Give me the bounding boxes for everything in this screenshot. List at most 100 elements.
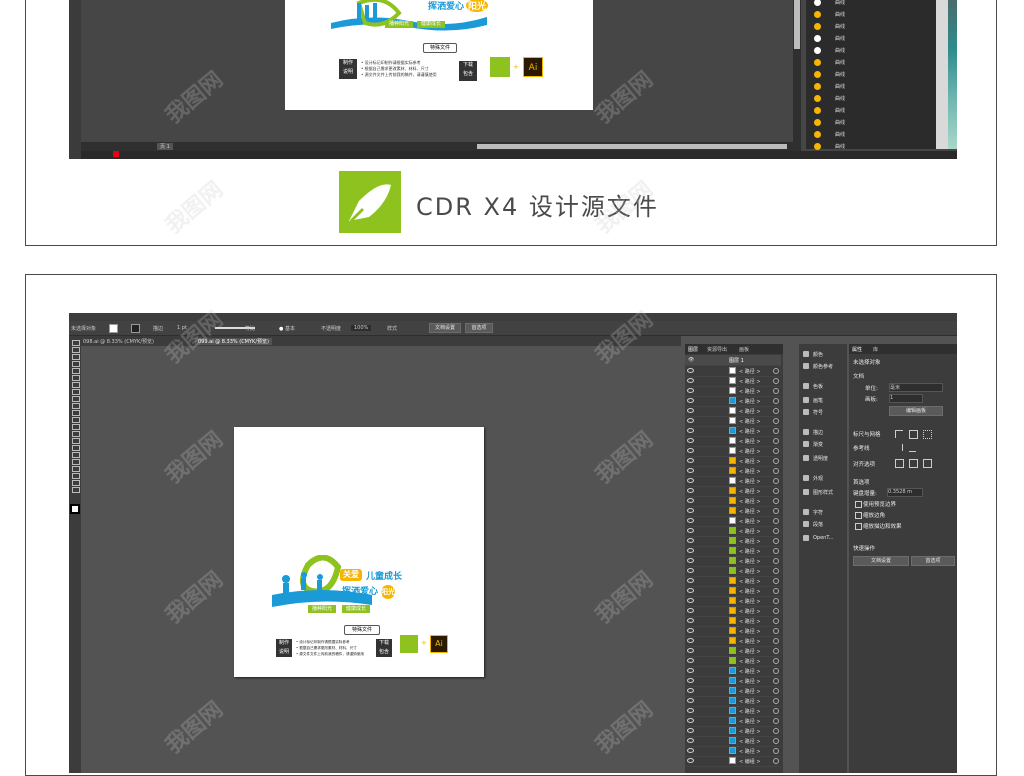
side-panel-item[interactable]: 渐变 — [801, 440, 847, 450]
layers-tab-2[interactable]: 画板 — [739, 346, 749, 353]
target-circle-icon[interactable] — [773, 738, 779, 744]
tool-icon[interactable] — [72, 431, 80, 437]
doc-setup-button[interactable]: 文档设置 — [429, 323, 461, 333]
eye-icon[interactable] — [687, 608, 694, 613]
tool-icon[interactable] — [72, 347, 80, 353]
eye-icon[interactable] — [687, 508, 694, 513]
target-circle-icon[interactable] — [773, 478, 779, 484]
target-circle-icon[interactable] — [773, 378, 779, 384]
checkbox-preview-bounds[interactable] — [855, 501, 862, 508]
props-tab-0[interactable]: 属性 — [852, 346, 862, 353]
eye-icon[interactable] — [687, 628, 694, 633]
doc-tab-2[interactable]: 099.ai @ 8.33% (CMYK/预览) — [195, 338, 272, 345]
target-circle-icon[interactable] — [773, 548, 779, 554]
eye-icon[interactable] — [687, 518, 694, 523]
tool-icon[interactable] — [72, 382, 80, 388]
target-circle-icon[interactable] — [773, 618, 779, 624]
eye-icon[interactable] — [687, 458, 694, 463]
target-circle-icon[interactable] — [773, 648, 779, 654]
prefs-button[interactable]: 首选项 — [465, 323, 493, 333]
layers-tab-0[interactable]: 图层 — [688, 346, 698, 353]
artboard-select[interactable]: 1 — [889, 394, 923, 403]
eye-icon[interactable] — [687, 708, 694, 713]
tool-icon[interactable] — [72, 368, 80, 374]
eye-icon[interactable] — [687, 368, 694, 373]
target-circle-icon[interactable] — [773, 578, 779, 584]
guides-icon[interactable] — [895, 444, 903, 451]
cdr-object-row[interactable]: 曲线 — [814, 95, 924, 105]
target-circle-icon[interactable] — [773, 408, 779, 414]
tool-icon[interactable] — [72, 452, 80, 458]
cdr-object-row[interactable]: 曲线 — [814, 131, 924, 141]
eye-icon[interactable] — [687, 658, 694, 663]
eye-icon[interactable] — [687, 468, 694, 473]
keyboard-increment-input[interactable]: 0.3528 m — [887, 488, 923, 497]
eye-icon[interactable] — [687, 668, 694, 673]
snap-pixel-icon[interactable] — [923, 459, 932, 468]
cdr-object-row[interactable]: 曲线 — [814, 83, 924, 93]
target-circle-icon[interactable] — [773, 698, 779, 704]
edit-artboard-button[interactable]: 编辑画板 — [889, 406, 943, 416]
tool-icon[interactable] — [72, 354, 80, 360]
side-panel-item[interactable]: 画笔 — [801, 396, 847, 406]
snap-grid-icon[interactable] — [909, 459, 918, 468]
eye-icon[interactable] — [687, 748, 694, 753]
eye-icon[interactable] — [687, 418, 694, 423]
tool-icon[interactable] — [72, 410, 80, 416]
eye-icon[interactable] — [687, 438, 694, 443]
target-circle-icon[interactable] — [773, 688, 779, 694]
fill-swatch[interactable] — [109, 324, 118, 333]
props-tab-1[interactable]: 库 — [873, 346, 878, 353]
cdr-h-scrollbar[interactable] — [477, 144, 787, 149]
tool-icon[interactable] — [72, 424, 80, 430]
eye-icon[interactable] — [687, 678, 694, 683]
side-panel-item[interactable]: OpenT... — [801, 534, 847, 544]
cdr-object-row[interactable]: 曲线 — [814, 11, 924, 21]
eye-icon[interactable] — [687, 618, 694, 623]
side-panel-item[interactable]: 符号 — [801, 408, 847, 418]
cdr-v-scrollbar[interactable] — [793, 0, 801, 142]
tool-icon[interactable] — [72, 480, 80, 486]
brush-label[interactable]: ● 基本 — [279, 325, 295, 332]
layer-row[interactable]: < 编组 > — [685, 756, 781, 767]
eye-icon[interactable] — [687, 688, 694, 693]
target-circle-icon[interactable] — [773, 438, 779, 444]
quick-doc-setup-button[interactable]: 文档设置 — [853, 556, 909, 566]
target-circle-icon[interactable] — [773, 678, 779, 684]
eye-icon[interactable] — [687, 428, 694, 433]
eye-icon[interactable] — [687, 378, 694, 383]
target-circle-icon[interactable] — [773, 458, 779, 464]
target-circle-icon[interactable] — [773, 558, 779, 564]
target-circle-icon[interactable] — [773, 728, 779, 734]
target-circle-icon[interactable] — [773, 638, 779, 644]
quick-prefs-button[interactable]: 首选项 — [911, 556, 955, 566]
target-circle-icon[interactable] — [773, 398, 779, 404]
side-panel-item[interactable]: 图形样式 — [801, 488, 847, 498]
smart-guides-icon[interactable] — [909, 444, 916, 452]
side-panel-item[interactable]: 描边 — [801, 428, 847, 438]
layer-row-top[interactable]: 👁 图层 1 — [685, 355, 781, 366]
tool-icon[interactable] — [72, 473, 80, 479]
target-circle-icon[interactable] — [773, 658, 779, 664]
eye-icon[interactable] — [687, 648, 694, 653]
doc-tab-1[interactable]: 098.ai @ 8.33% (CMYK/预览) — [83, 338, 154, 345]
tool-icon[interactable] — [72, 445, 80, 451]
eye-icon[interactable] — [687, 718, 694, 723]
cdr-object-row[interactable]: 曲线 — [814, 107, 924, 117]
target-circle-icon[interactable] — [773, 758, 779, 764]
eye-icon[interactable] — [687, 538, 694, 543]
opacity-input[interactable]: 100% — [351, 325, 372, 331]
eye-icon[interactable] — [687, 448, 694, 453]
tool-icon[interactable] — [72, 459, 80, 465]
target-circle-icon[interactable] — [773, 748, 779, 754]
tool-icon[interactable] — [72, 361, 80, 367]
side-panel-item[interactable]: 字符 — [801, 508, 847, 518]
stroke-style[interactable]: 等比 — [245, 325, 255, 332]
eye-icon[interactable] — [687, 598, 694, 603]
target-circle-icon[interactable] — [773, 538, 779, 544]
target-circle-icon[interactable] — [773, 668, 779, 674]
cdr-object-row[interactable]: 曲线 — [814, 47, 924, 57]
eye-icon[interactable] — [687, 528, 694, 533]
checkbox-scale-corners[interactable] — [855, 512, 862, 519]
eye-icon[interactable] — [687, 728, 694, 733]
